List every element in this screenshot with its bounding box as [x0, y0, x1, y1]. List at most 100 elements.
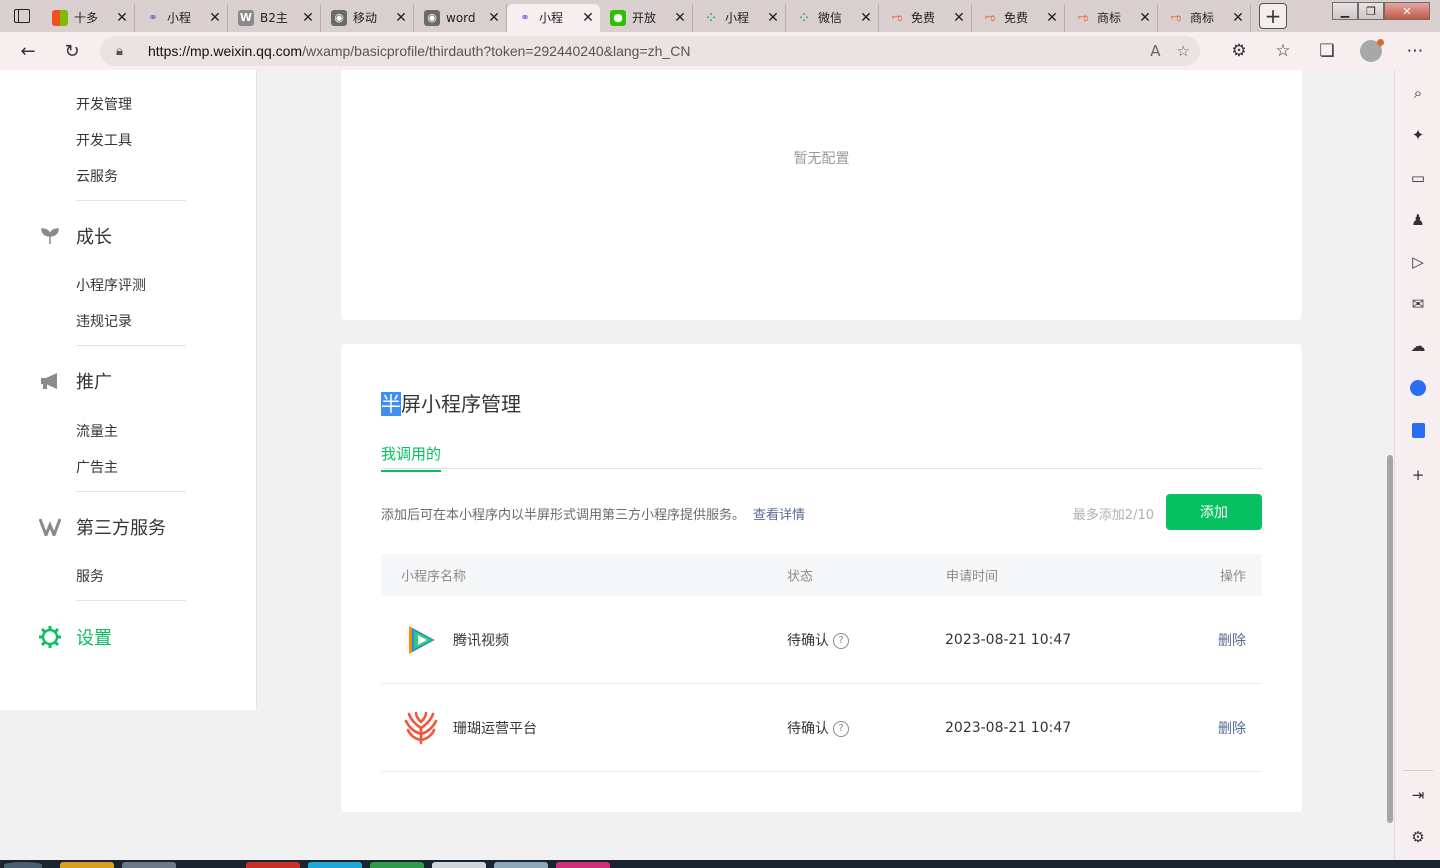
logo-icon: ಌ	[984, 10, 996, 24]
nav-item-violation-records[interactable]: 违规记录	[76, 311, 132, 331]
add-icon[interactable]: +	[1405, 462, 1431, 488]
notes-icon[interactable]	[1405, 417, 1431, 443]
settings-icon[interactable]: ⚙	[1405, 824, 1431, 850]
tab-close-icon[interactable]: ✕	[114, 10, 130, 26]
tab-actions-menu-button[interactable]	[6, 3, 38, 29]
nav-item-miniprogram-review[interactable]: 小程序评测	[76, 275, 146, 295]
browser-tab[interactable]: ⁘ 微信 ✕	[786, 3, 879, 32]
nav-item-cloud-service[interactable]: 云服务	[76, 166, 118, 186]
nav-item-dev-tools[interactable]: 开发工具	[76, 130, 132, 150]
nav-group-promotion-label: 推广	[76, 372, 112, 393]
browser-tab[interactable]: ⁘ 小程 ✕	[693, 3, 786, 32]
profile-button[interactable]	[1354, 35, 1388, 67]
tab-close-icon[interactable]: ✕	[951, 10, 967, 26]
maximize-button[interactable]: ❐	[1358, 2, 1384, 20]
add-button[interactable]: 添加	[1166, 494, 1262, 530]
help-icon[interactable]: ?	[833, 632, 849, 649]
view-details-link[interactable]: 查看详情	[753, 508, 805, 523]
tab-title: 免费	[911, 11, 936, 25]
tab-underline	[381, 468, 1262, 469]
nav-item-services[interactable]: 服务	[76, 566, 104, 586]
taskbar-app[interactable]	[60, 862, 114, 868]
browser-tab[interactable]: ಌ 商标 ✕	[1065, 3, 1158, 32]
taskbar-app[interactable]	[432, 862, 486, 868]
games-icon[interactable]: ♟	[1405, 207, 1431, 233]
browser-tab[interactable]: ◉ word ✕	[414, 3, 507, 32]
app-name: 腾讯视频	[453, 632, 509, 649]
cloud-icon[interactable]: ☁	[1405, 333, 1431, 359]
tab-title: 开放	[632, 11, 657, 25]
tab-close-icon[interactable]: ✕	[1230, 10, 1246, 26]
browser-tab[interactable]: ಌ 免费 ✕	[972, 3, 1065, 32]
outlook-icon[interactable]: ✉	[1405, 291, 1431, 317]
microsoft-logo	[52, 9, 68, 26]
read-aloud-icon[interactable]: A	[1150, 42, 1160, 60]
taskbar-app[interactable]	[556, 862, 610, 868]
help-icon[interactable]: ?	[833, 720, 849, 737]
browser-tab[interactable]: 十多 ✕	[42, 3, 135, 32]
taskbar-app[interactable]	[122, 862, 176, 868]
start-button[interactable]	[4, 862, 42, 868]
nav-group-settings-label: 设置	[76, 628, 112, 649]
address-bar[interactable]: 🔒︎ https://mp.weixin.qq.com/wxamp/basicp…	[100, 36, 1200, 66]
browser-tab[interactable]: ⚭ 小程 ✕	[507, 3, 600, 32]
browser-tab[interactable]: ● 开放 ✕	[600, 3, 693, 32]
scrollbar-thumb[interactable]	[1387, 455, 1393, 823]
nav-group-promotion[interactable]: 推广	[38, 368, 112, 394]
extensions-icon[interactable]: ⚙	[1222, 35, 1256, 67]
nav-item-advertiser[interactable]: 广告主	[76, 457, 118, 477]
section-title: 半屏小程序管理	[381, 388, 521, 417]
hide-sidebar-icon[interactable]: ⇥	[1405, 782, 1431, 808]
nav-divider	[76, 600, 186, 601]
tab-title: 免费	[1004, 11, 1029, 25]
add-favorite-icon[interactable]: ☆	[1177, 42, 1190, 60]
tab-close-icon[interactable]: ✕	[765, 10, 781, 26]
nav-item-dev-management[interactable]: 开发管理	[76, 94, 132, 114]
taskbar-app[interactable]	[370, 862, 424, 868]
nav-group-growth[interactable]: 成长	[38, 223, 112, 249]
tab-close-icon[interactable]: ✕	[393, 10, 409, 26]
browser-tab[interactable]: ಌ 商标 ✕	[1158, 3, 1251, 32]
tab-close-icon[interactable]: ✕	[672, 10, 688, 26]
collections-icon[interactable]: ❏	[1310, 35, 1344, 67]
discover-icon[interactable]: ✦	[1405, 122, 1431, 148]
logo-icon: ಌ	[1077, 10, 1089, 24]
col-time: 申请时间	[946, 569, 999, 585]
taskbar-app[interactable]	[308, 862, 362, 868]
close-window-button[interactable]: ✕	[1384, 2, 1430, 20]
tab-close-icon[interactable]: ✕	[207, 10, 223, 26]
browser-essentials-icon[interactable]	[1405, 375, 1431, 401]
tab-title: 十多	[74, 11, 99, 25]
browser-tab[interactable]: ⚭ 小程 ✕	[135, 3, 228, 32]
browser-tab[interactable]: W B2主 ✕	[228, 3, 321, 32]
tab-close-icon[interactable]: ✕	[486, 10, 502, 26]
lock-icon[interactable]: 🔒︎	[116, 44, 130, 59]
delete-link[interactable]: 删除	[1218, 630, 1246, 650]
search-icon[interactable]: ⌕	[1405, 80, 1431, 106]
tab-close-icon[interactable]: ✕	[1044, 10, 1060, 26]
nav-group-third-party[interactable]: 第三方服务	[38, 514, 166, 540]
taskbar-app[interactable]	[246, 862, 300, 868]
toolbox-icon[interactable]: ▭	[1405, 165, 1431, 191]
taskbar-app[interactable]	[494, 862, 548, 868]
tab-close-icon[interactable]: ✕	[858, 10, 874, 26]
tab-close-icon[interactable]: ✕	[580, 10, 596, 26]
nav-group-settings[interactable]: 设置	[38, 624, 112, 650]
tab-my-calls[interactable]: 我调用的	[381, 443, 442, 472]
browser-tab[interactable]: ◉ 移动 ✕	[321, 3, 414, 32]
tab-title: word	[446, 10, 476, 25]
drop-icon[interactable]: ▷	[1405, 249, 1431, 275]
new-tab-button[interactable]: +	[1259, 3, 1287, 29]
back-button[interactable]: ←	[10, 35, 46, 67]
browser-toolbar: ← ↻ 🔒︎ https://mp.weixin.qq.com/wxamp/ba…	[0, 32, 1440, 70]
delete-link[interactable]: 删除	[1218, 718, 1246, 738]
browser-tab[interactable]: ಌ 免费 ✕	[879, 3, 972, 32]
refresh-button[interactable]: ↻	[54, 35, 90, 67]
more-menu-icon[interactable]: ⋯	[1398, 35, 1432, 67]
page-scrollbar[interactable]	[1385, 70, 1394, 860]
favorites-icon[interactable]: ☆	[1266, 35, 1300, 67]
nav-item-traffic-owner[interactable]: 流量主	[76, 421, 118, 441]
minimize-button[interactable]: ▁	[1332, 2, 1358, 20]
tab-close-icon[interactable]: ✕	[1137, 10, 1153, 26]
tab-close-icon[interactable]: ✕	[300, 10, 316, 26]
